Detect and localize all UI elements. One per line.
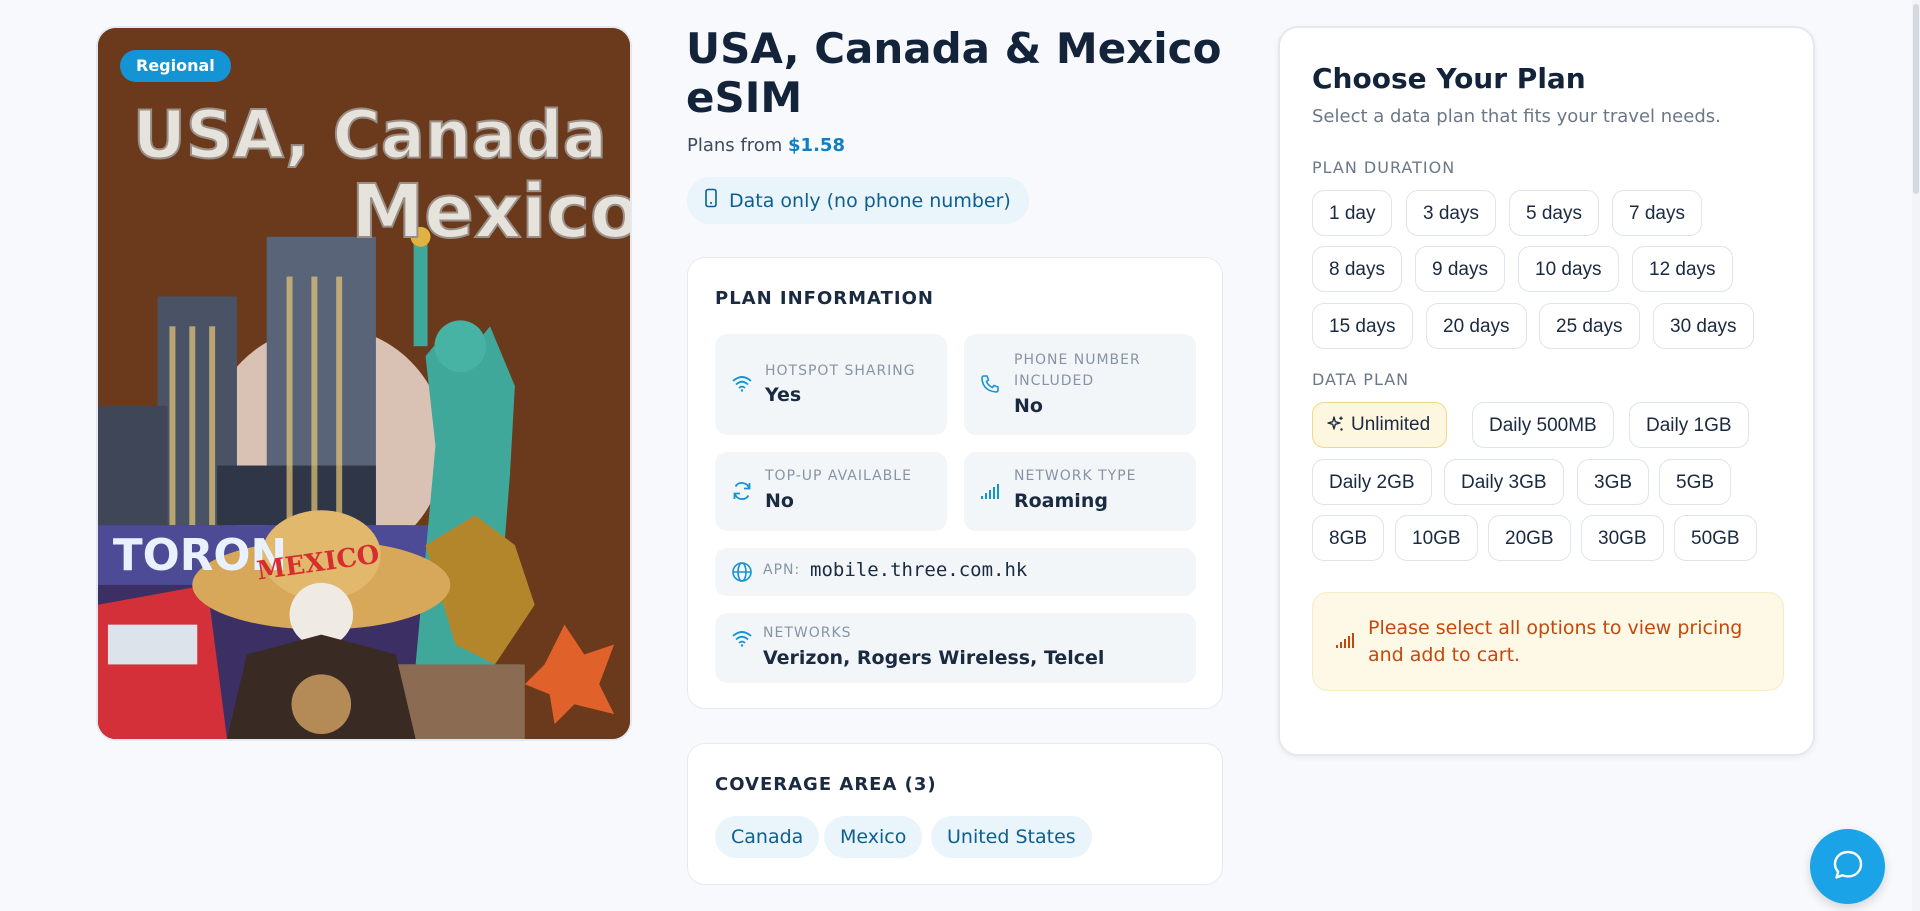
destination-collage: USA, Canada Mexico TORON MEXICO [98, 28, 630, 739]
data-option-50gb[interactable]: 50GB [1674, 515, 1757, 561]
phone-icon [980, 374, 1000, 398]
apn-value: mobile.three.com.hk [810, 559, 1028, 581]
scrollbar-thumb[interactable] [1913, 4, 1919, 194]
plans-from: Plans from $1.58 [687, 135, 845, 156]
mobile-icon [703, 188, 719, 213]
data-plan-label: DATA PLAN [1312, 370, 1410, 389]
duration-option-7-days[interactable]: 7 days [1612, 190, 1702, 236]
data-option-20gb[interactable]: 20GB [1488, 515, 1571, 561]
phone-number-value: No [1014, 395, 1043, 417]
duration-option-25-days[interactable]: 25 days [1539, 303, 1640, 349]
wifi-icon [731, 374, 753, 396]
country-chip-mexico[interactable]: Mexico [824, 816, 923, 858]
country-chip-united-states[interactable]: United States [931, 816, 1092, 858]
chat-button[interactable] [1810, 829, 1885, 904]
duration-option-9-days[interactable]: 9 days [1415, 246, 1505, 292]
data-option-10gb[interactable]: 10GB [1395, 515, 1478, 561]
coverage-heading: COVERAGE AREA (3) [715, 774, 937, 795]
duration-option-5-days[interactable]: 5 days [1509, 190, 1599, 236]
data-option-30gb[interactable]: 30GB [1581, 515, 1664, 561]
top-up-tile: TOP-UP AVAILABLE No [715, 452, 947, 531]
region-badge: Regional [120, 50, 231, 82]
hotspot-value: Yes [765, 384, 802, 406]
duration-option-15-days[interactable]: 15 days [1312, 303, 1413, 349]
product-title: USA, Canada & Mexico eSIM [686, 24, 1222, 122]
top-up-label: TOP-UP AVAILABLE [765, 468, 912, 484]
duration-option-30-days[interactable]: 30 days [1653, 303, 1754, 349]
duration-option-3-days[interactable]: 3 days [1406, 190, 1496, 236]
country-chip-canada[interactable]: Canada [715, 816, 820, 858]
data-option-daily-500mb[interactable]: Daily 500MB [1472, 402, 1614, 448]
duration-option-1-day[interactable]: 1 day [1312, 190, 1393, 236]
phone-number-label: PHONE NUMBER INCLUDED [1014, 352, 1141, 389]
signal-icon [1335, 631, 1355, 653]
data-option-daily-2gb[interactable]: Daily 2GB [1312, 459, 1432, 505]
networks-value: Verizon, Rogers Wireless, Telcel [763, 647, 1105, 669]
data-option-8gb[interactable]: 8GB [1312, 515, 1385, 561]
plan-selector-subtitle: Select a data plan that fits your travel… [1312, 106, 1721, 127]
page-scrollbar[interactable] [1912, 0, 1920, 911]
hotspot-tile: HOTSPOT SHARING Yes [715, 334, 947, 435]
networks-row: NETWORKS Verizon, Rogers Wireless, Telce… [715, 613, 1196, 683]
duration-option-10-days[interactable]: 10 days [1518, 246, 1619, 292]
apn-row: APN: mobile.three.com.hk [715, 548, 1196, 596]
plan-selector-title: Choose Your Plan [1312, 62, 1586, 95]
data-only-label: Data only (no phone number) [729, 189, 1011, 212]
duration-option-20-days[interactable]: 20 days [1426, 303, 1527, 349]
data-option-5gb[interactable]: 5GB [1659, 459, 1732, 505]
poster-text-line1: USA, Canada [133, 97, 607, 173]
plans-from-label: Plans from [687, 135, 783, 156]
data-option-daily-3gb[interactable]: Daily 3GB [1444, 459, 1564, 505]
data-option-daily-1gb[interactable]: Daily 1GB [1629, 402, 1749, 448]
duration-option-12-days[interactable]: 12 days [1632, 246, 1733, 292]
data-option-unlimited-label: Unlimited [1351, 414, 1431, 435]
plan-duration-label: PLAN DURATION [1312, 158, 1456, 177]
data-option-unlimited[interactable]: Unlimited [1312, 402, 1448, 449]
plan-selector-card: Choose Your Plan Select a data plan that… [1278, 26, 1815, 756]
plan-information-panel: PLAN INFORMATION HOTSPOT SHARING Yes PHO… [687, 257, 1223, 709]
select-options-notice: Please select all options to view pricin… [1312, 592, 1784, 691]
network-type-label: NETWORK TYPE [1014, 468, 1137, 484]
select-options-notice-text: Please select all options to view pricin… [1368, 617, 1743, 666]
duration-option-8-days[interactable]: 8 days [1312, 246, 1402, 292]
chat-bubble-icon [1831, 848, 1865, 886]
coverage-panel: COVERAGE AREA (3) Canada Mexico United S… [687, 743, 1223, 885]
plan-information-heading: PLAN INFORMATION [715, 288, 934, 309]
signal-icon [980, 482, 1000, 504]
refresh-icon [731, 480, 753, 506]
top-up-value: No [765, 490, 794, 512]
hotspot-label: HOTSPOT SHARING [765, 363, 916, 379]
apn-label: APN: [763, 562, 801, 578]
poster-text-line2: Mexico [351, 170, 630, 255]
plans-from-price: $1.58 [788, 135, 845, 156]
wifi-icon [731, 629, 753, 651]
data-only-pill: Data only (no phone number) [687, 177, 1029, 224]
data-option-3gb[interactable]: 3GB [1577, 459, 1650, 505]
network-type-value: Roaming [1014, 490, 1108, 512]
networks-label: NETWORKS [763, 625, 852, 641]
sparkle-icon [1327, 406, 1345, 449]
globe-icon [731, 561, 753, 587]
phone-number-tile: PHONE NUMBER INCLUDED No [964, 334, 1196, 435]
product-image: USA, Canada Mexico TORON MEXICO Regional [96, 26, 632, 741]
network-type-tile: NETWORK TYPE Roaming [964, 452, 1196, 531]
